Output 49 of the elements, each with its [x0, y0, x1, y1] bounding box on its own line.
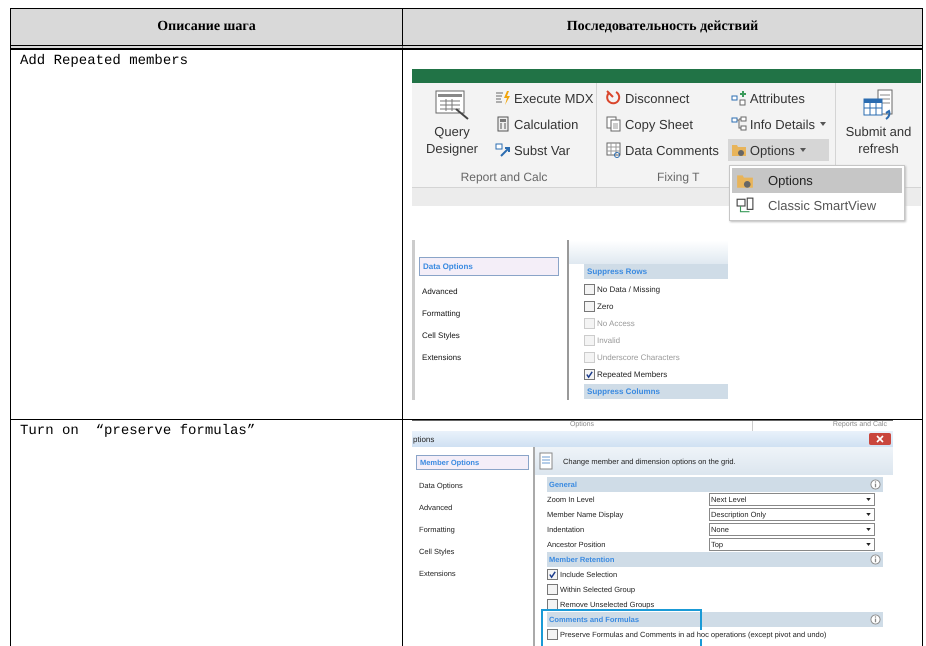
ribbon-button[interactable]: Disconnect — [603, 87, 722, 109]
calculator-icon — [495, 116, 511, 132]
nav-item[interactable]: Advanced — [419, 285, 559, 298]
nav-item[interactable]: Extensions — [419, 351, 559, 364]
grid-link-icon — [606, 142, 622, 158]
checkbox-option[interactable]: Zero — [584, 298, 728, 315]
column-header: Последовательность действий — [403, 9, 922, 49]
checkmark-icon — [548, 570, 557, 579]
info-icon[interactable] — [870, 614, 881, 625]
caret-icon — [866, 498, 871, 501]
nav-item[interactable]: Formatting — [419, 307, 559, 320]
disconnect-icon — [606, 90, 622, 106]
ribbon-button[interactable]: Data Comments — [603, 139, 722, 161]
attributes-icon — [730, 90, 747, 106]
document-icon — [539, 452, 553, 470]
caret-icon — [866, 528, 871, 531]
close-icon[interactable] — [869, 433, 891, 445]
ribbon-button[interactable]: Copy Sheet — [603, 113, 722, 135]
ribbon-button[interactable]: Options — [728, 139, 829, 161]
submit-refresh-button[interactable]: Submit and refresh — [844, 87, 912, 157]
caret-icon — [866, 513, 871, 516]
info-icon[interactable] — [870, 479, 881, 490]
checkbox-option[interactable]: Repeated Members — [584, 366, 728, 383]
copy-icon — [606, 116, 622, 132]
group-label: Report and Calc — [460, 170, 548, 186]
step-description: Add Repeated members — [19, 52, 190, 69]
ribbon-button[interactable]: Info Details — [728, 113, 829, 135]
caret-icon — [866, 543, 871, 546]
section-header: Suppress Columns — [584, 384, 728, 399]
menu-item[interactable]: Options — [732, 168, 902, 193]
checkmark-icon — [585, 370, 594, 379]
menu-item[interactable]: Classic SmartView — [732, 193, 902, 218]
nav-item[interactable]: Cell Styles — [419, 329, 559, 342]
lightning-list-icon — [495, 90, 511, 106]
ribbon-button[interactable]: Attributes — [728, 87, 829, 109]
info-icon[interactable] — [870, 554, 881, 565]
ribbon-button[interactable]: Calculation — [492, 113, 596, 135]
checkbox-option[interactable]: No Data / Missing — [584, 281, 728, 298]
table-wand-icon — [434, 89, 470, 121]
dialog-title: ptions — [413, 434, 434, 444]
computers-icon — [736, 196, 754, 214]
group-label: Fixing T — [657, 170, 700, 186]
column-header: Описание шага — [11, 9, 403, 49]
section-header: Suppress Rows — [584, 264, 728, 279]
query-designer-button[interactable]: Query Designer — [418, 87, 486, 170]
ribbon-button[interactable]: Subst Var — [492, 139, 596, 161]
hierarchy-icon — [730, 116, 747, 132]
step-description: Turn on “preserve formulas” — [19, 422, 256, 439]
ribbon-button[interactable]: Execute MDX — [492, 87, 596, 109]
